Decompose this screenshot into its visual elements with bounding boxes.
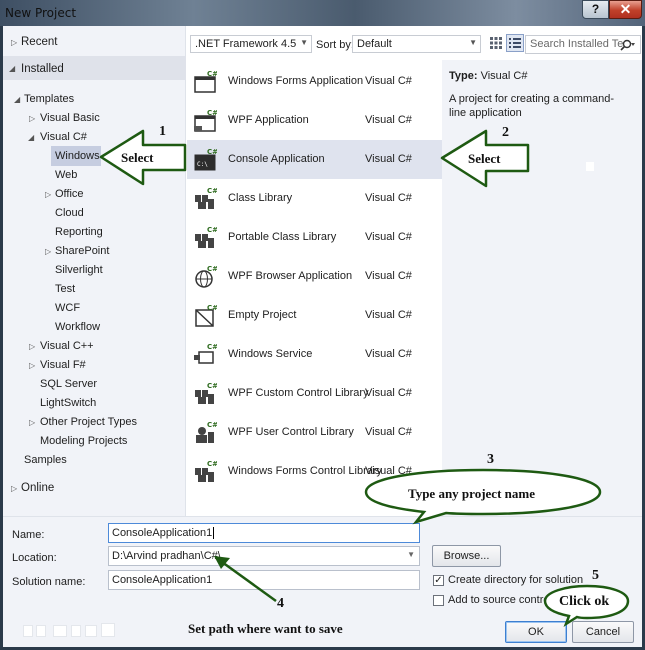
annotation-number-5: 5: [592, 568, 599, 583]
annotation-number-3: 3: [487, 452, 494, 467]
annotation-number-1: 1: [159, 124, 166, 139]
annotation-label-select-1: Select: [121, 150, 154, 165]
annotation-arrow-4-line: [221, 560, 277, 603]
annotation-number-2: 2: [502, 125, 509, 140]
annotation-overlay: [99, 129, 630, 628]
annotation-label-select-2: Select: [468, 151, 501, 166]
annotation-label-click-ok: Click ok: [559, 594, 610, 609]
annotation-number-4: 4: [277, 596, 284, 611]
annotation-label-set-path: Set path where want to save: [188, 621, 343, 636]
annotation-label-type-name: Type any project name: [408, 486, 535, 501]
